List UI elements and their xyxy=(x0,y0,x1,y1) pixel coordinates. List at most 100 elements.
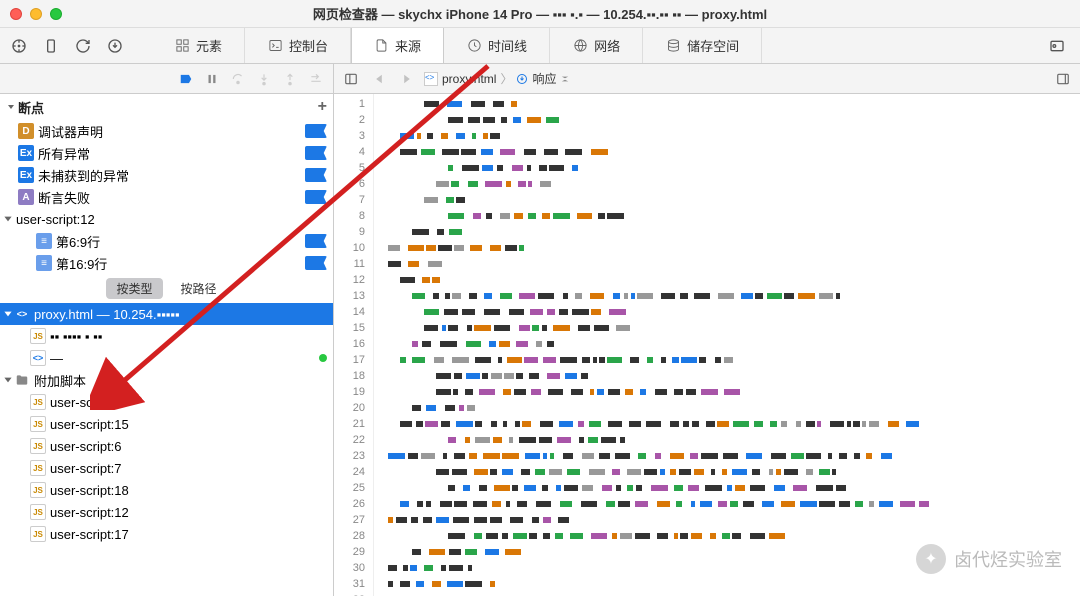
js-file-icon: JS xyxy=(30,504,46,520)
tab-sources[interactable]: 来源 xyxy=(351,28,444,63)
user-script-group[interactable]: user-script:12 xyxy=(0,208,333,230)
breakpoint-row[interactable]: Ex未捕获到的异常 xyxy=(0,164,333,186)
tab-label: 控制台 xyxy=(289,36,328,55)
breakpoint-tag[interactable] xyxy=(305,146,327,160)
breakpoint-type-icon: D xyxy=(18,123,34,139)
step-into-button[interactable] xyxy=(253,68,275,90)
script-row[interactable]: JS user-script:15 xyxy=(0,413,333,435)
file-icon: <> xyxy=(30,350,46,366)
line-gutter: 1234567891011121314151617181920212223242… xyxy=(334,94,374,596)
breakpoint-tag[interactable] xyxy=(305,124,327,138)
pause-button[interactable] xyxy=(201,68,223,90)
breakpoints-toggle[interactable] xyxy=(175,68,197,90)
js-file-icon: JS xyxy=(30,394,46,410)
breakpoint-type-icon: Ex xyxy=(18,145,34,161)
code-content xyxy=(374,94,1080,596)
zoom-window-button[interactable] xyxy=(50,8,62,20)
line-label: 第6:9行 xyxy=(56,232,305,251)
js-file-icon: JS xyxy=(30,416,46,432)
source-editor: <> proxy.html 〉 响应 123456789101112131415… xyxy=(334,64,1080,596)
tab-label: 储存空间 xyxy=(687,36,739,55)
editor-settings-button[interactable] xyxy=(1052,68,1074,90)
file-row[interactable]: <>— xyxy=(0,347,333,369)
watermark: ✦ 卤代烃实验室 xyxy=(916,544,1062,574)
js-file-icon: JS xyxy=(30,438,46,454)
script-row[interactable]: JSuser-script:7 xyxy=(0,457,333,479)
window-titlebar: 网页检查器 — skychx iPhone 14 Pro — ▪▪▪ ▪.▪ —… xyxy=(0,0,1080,28)
breakpoint-row[interactable]: Ex所有异常 xyxy=(0,142,333,164)
traffic-lights xyxy=(10,8,62,20)
close-window-button[interactable] xyxy=(10,8,22,20)
code-area[interactable]: 1234567891011121314151617181920212223242… xyxy=(334,94,1080,596)
breakpoint-label: 断言失败 xyxy=(38,188,305,207)
breadcrumb[interactable]: <> proxy.html 〉 响应 xyxy=(424,70,569,87)
breadcrumb-sep: 〉 xyxy=(500,70,512,87)
file-label: user-script:18 xyxy=(50,483,327,498)
tab-label: 元素 xyxy=(196,36,222,55)
file-label: user-script:15 xyxy=(50,417,327,432)
tab-storage[interactable]: 储存空间 xyxy=(643,28,762,63)
step-button[interactable] xyxy=(305,68,327,90)
breakpoint-label: 调试器声明 xyxy=(38,122,305,141)
file-tree-root[interactable]: <> proxy.html — 10.254.▪▪▪▪▪ xyxy=(0,303,333,325)
debugger-toolbar xyxy=(0,64,333,94)
download-button[interactable] xyxy=(100,32,130,60)
breadcrumb-file: proxy.html xyxy=(442,72,496,86)
window-title: 网页检查器 — skychx iPhone 14 Pro — ▪▪▪ ▪.▪ —… xyxy=(0,4,1080,23)
script-row[interactable]: JSuser-script:5 xyxy=(0,391,333,413)
step-over-button[interactable] xyxy=(227,68,249,90)
device-button[interactable] xyxy=(36,32,66,60)
breakpoint-line-row[interactable]: ≡第16:9行 xyxy=(0,252,333,274)
tab-elements[interactable]: 元素 xyxy=(152,28,245,63)
filter-by-path[interactable]: 按路径 xyxy=(171,278,227,299)
breakpoint-type-icon: Ex xyxy=(18,167,34,183)
tab-label: 网络 xyxy=(594,36,620,55)
breakpoint-tag[interactable] xyxy=(305,190,327,204)
tab-console[interactable]: 控制台 xyxy=(245,28,351,63)
tab-label: 时间线 xyxy=(488,36,527,55)
html-file-icon: <> xyxy=(424,72,438,86)
nav-forward-button[interactable] xyxy=(396,68,418,90)
watermark-logo: ✦ xyxy=(916,544,946,574)
breakpoint-type-icon: A xyxy=(18,189,34,205)
filter-by-type[interactable]: 按类型 xyxy=(106,278,162,299)
settings-button[interactable] xyxy=(1042,32,1072,60)
line-label: 第16:9行 xyxy=(56,254,305,273)
file-label: user-script:6 xyxy=(50,439,327,454)
breakpoint-tag[interactable] xyxy=(305,168,327,182)
sidebar-toggle-button[interactable] xyxy=(340,68,362,90)
html-file-icon: <> xyxy=(14,306,30,322)
inspect-element-button[interactable] xyxy=(4,32,34,60)
breakpoint-row[interactable]: A断言失败 xyxy=(0,186,333,208)
add-breakpoint-button[interactable]: + xyxy=(318,98,327,116)
breakpoint-tag[interactable] xyxy=(305,256,327,270)
file-row[interactable]: JS▪▪ ▪▪▪▪ ▪ ▪▪ xyxy=(0,325,333,347)
section-label: 断点 xyxy=(18,98,44,117)
line-icon: ≡ xyxy=(36,233,52,249)
breadcrumb-response: 响应 xyxy=(532,70,556,87)
top-toolbar: 元素 控制台 来源 时间线 网络 储存空间 xyxy=(0,28,1080,64)
js-file-icon: JS xyxy=(30,482,46,498)
tab-label: 来源 xyxy=(395,36,421,55)
script-row[interactable]: JS user-script:18 xyxy=(0,479,333,501)
js-file-icon: JS xyxy=(30,460,46,476)
modified-indicator xyxy=(319,354,327,362)
breakpoints-section[interactable]: 断点 + xyxy=(0,94,333,120)
sources-filter: 按类型 按路径 xyxy=(0,274,333,303)
step-out-button[interactable] xyxy=(279,68,301,90)
script-row[interactable]: JSuser-script:12 xyxy=(0,501,333,523)
script-row[interactable]: JS user-script:6 xyxy=(0,435,333,457)
breakpoint-line-row[interactable]: ≡第6:9行 xyxy=(0,230,333,252)
tab-network[interactable]: 网络 xyxy=(550,28,643,63)
js-file-icon: JS xyxy=(30,526,46,542)
file-label: user-script:17 xyxy=(50,527,327,542)
script-row[interactable]: JS user-script:17 xyxy=(0,523,333,545)
nav-back-button[interactable] xyxy=(368,68,390,90)
file-label: proxy.html — 10.254.▪▪▪▪▪ xyxy=(34,307,327,322)
extra-scripts-section[interactable]: 附加脚本 xyxy=(0,369,333,391)
minimize-window-button[interactable] xyxy=(30,8,42,20)
reload-button[interactable] xyxy=(68,32,98,60)
breakpoint-tag[interactable] xyxy=(305,234,327,248)
breakpoint-row[interactable]: D调试器声明 xyxy=(0,120,333,142)
tab-timeline[interactable]: 时间线 xyxy=(444,28,550,63)
